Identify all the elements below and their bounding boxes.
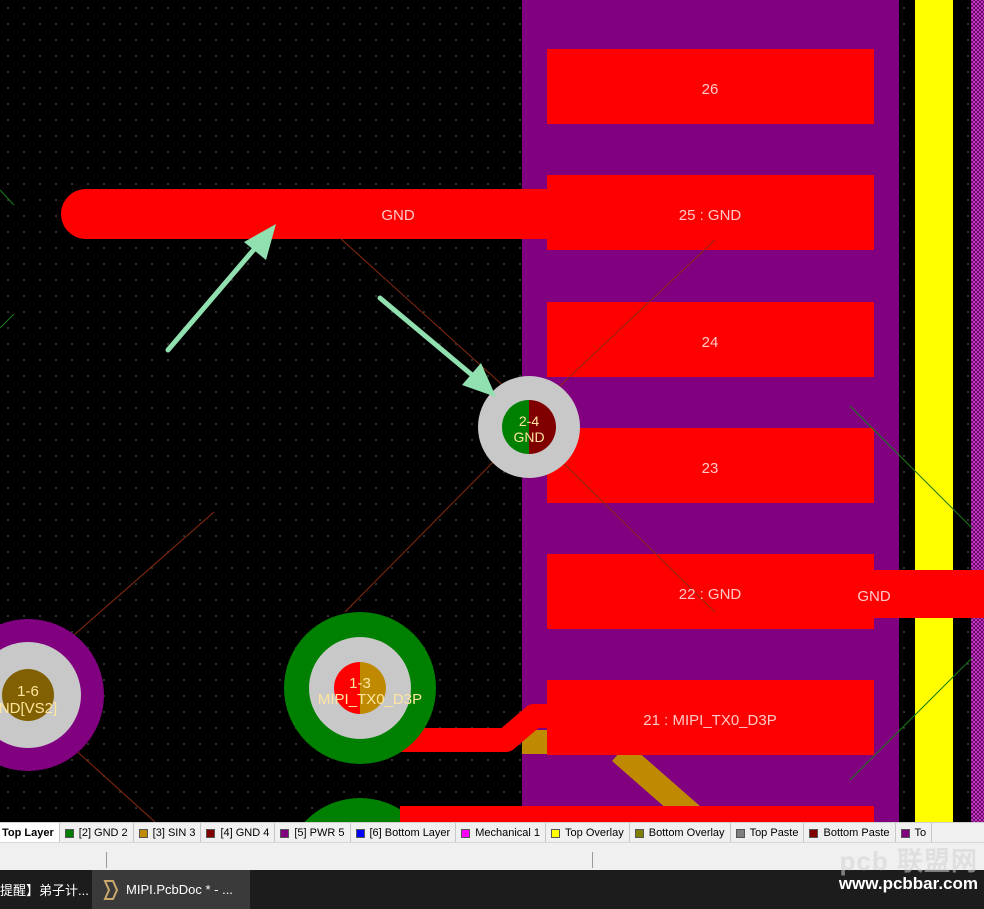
taskbar-item-label: MIPI.PcbDoc * - ...: [126, 882, 233, 897]
layer-tab-label: [2] GND 2: [78, 827, 128, 839]
layer-color-swatch: [461, 828, 471, 838]
layer-tab-label: [5] PWR 5: [294, 827, 345, 839]
layer-color-swatch: [355, 828, 365, 838]
layer-color-swatch: [551, 828, 561, 838]
layer-tab-3-sin-3[interactable]: [3] SIN 3: [134, 823, 202, 843]
pad-23-label: 23: [702, 460, 719, 477]
pad-26-label: 26: [702, 81, 719, 98]
pad-25-label: 25 : GND: [679, 207, 742, 224]
via-2-4-net: GND: [513, 429, 544, 445]
layer-tab-2-gnd-2[interactable]: [2] GND 2: [60, 823, 134, 843]
pad-21-label: 21 : MIPI_TX0_D3P: [643, 712, 776, 729]
layer-tab-4-gnd-4[interactable]: [4] GND 4: [201, 823, 276, 843]
taskbar-item-altium[interactable]: MIPI.PcbDoc * - ...: [92, 870, 250, 909]
taskbar: 提醒】弟子计... MIPI.PcbDoc * - ...: [0, 870, 984, 909]
via-1-3-net: MIPI_TX0_D3P: [318, 691, 422, 708]
layer-tab-label: [4] GND 4: [220, 827, 270, 839]
via-2-4-name: 2-4: [519, 413, 539, 429]
layer-tab-bar: Top Layer [2] GND 2 [3] SIN 3 [4] GND 4 [5] …: [0, 822, 984, 843]
layer-tab-top-paste[interactable]: Top Paste: [731, 823, 805, 843]
status-separator: [592, 852, 593, 868]
pcb-canvas[interactable]: GND 2-4 GND 1-6 ND[VS2] 1-3 MIPI_TX0_D3P…: [0, 0, 984, 822]
layer-color-swatch: [809, 828, 819, 838]
lower-trace-top: [400, 806, 547, 822]
pad-24-label: 24: [702, 334, 719, 351]
layer-color-swatch: [735, 828, 745, 838]
layer-color-swatch: [206, 828, 216, 838]
hatched-strip: [971, 0, 984, 822]
status-separator: [106, 852, 107, 868]
pcb-board-view[interactable]: GND 2-4 GND 1-6 ND[VS2] 1-3 MIPI_TX0_D3P…: [0, 0, 984, 822]
layer-tab-label: Bottom Paste: [823, 827, 890, 839]
status-bar: [0, 842, 984, 870]
via-1-6-net: ND[VS2]: [0, 700, 57, 717]
watermark-logo: pcb 联盟网: [839, 846, 978, 876]
layer-tab-bottom-paste[interactable]: Bottom Paste: [804, 823, 896, 843]
top-overlay-line: [915, 0, 953, 822]
layer-tab-6-bottom-layer[interactable]: [6] Bottom Layer: [351, 823, 457, 843]
taskbar-item-label: 提醒】弟子计...: [0, 883, 88, 898]
layer-color-swatch: [138, 828, 148, 838]
altium-icon: [103, 879, 118, 900]
watermark: pcb 联盟网 www.pcbbar.com: [839, 848, 978, 894]
right-gnd-trace-seg: [899, 570, 915, 618]
layer-tab-mechanical-1[interactable]: Mechanical 1: [456, 823, 547, 843]
gnd-trace-label: GND: [381, 207, 415, 224]
layer-tab-top-overlay[interactable]: Top Overlay: [546, 823, 630, 843]
layer-tab-label: Top Overlay: [565, 827, 624, 839]
watermark-url: www.pcbbar.com: [838, 874, 978, 893]
via-1-3-name: 1-3: [349, 675, 371, 692]
pad-20[interactable]: [547, 806, 874, 822]
pad-22-label: 22 : GND: [679, 586, 742, 603]
layer-tab-to[interactable]: To: [896, 823, 933, 843]
layer-tab-5-pwr-5[interactable]: [5] PWR 5: [275, 823, 351, 843]
layer-color-swatch: [634, 828, 644, 838]
layer-tab-label: Top Paste: [749, 827, 799, 839]
layer-color-swatch: [64, 828, 74, 838]
taskbar-item-wechat[interactable]: 提醒】弟子计...: [0, 870, 88, 909]
layer-tab-bottom-overlay[interactable]: Bottom Overlay: [630, 823, 731, 843]
annotation-arrows: [165, 237, 481, 383]
layer-tab-label: [6] Bottom Layer: [369, 827, 451, 839]
via-1-3[interactable]: 1-3 MIPI_TX0_D3P: [284, 612, 436, 764]
layer-tab-label: Mechanical 1: [475, 827, 541, 839]
layer-tab-label: Top Layer: [2, 827, 54, 839]
right-gnd-label: GND: [857, 588, 891, 605]
layer-color-swatch: [280, 828, 290, 838]
layer-tab-label: Bottom Overlay: [648, 827, 725, 839]
via-1-6-name: 1-6: [17, 683, 39, 700]
via-1-6[interactable]: 1-6 ND[VS2]: [0, 619, 104, 771]
layer-tab-top-layer[interactable]: Top Layer: [0, 823, 60, 843]
layer-tab-label: [3] SIN 3: [152, 827, 196, 839]
layer-tab-label: To: [914, 827, 927, 839]
layer-color-swatch: [900, 828, 910, 838]
